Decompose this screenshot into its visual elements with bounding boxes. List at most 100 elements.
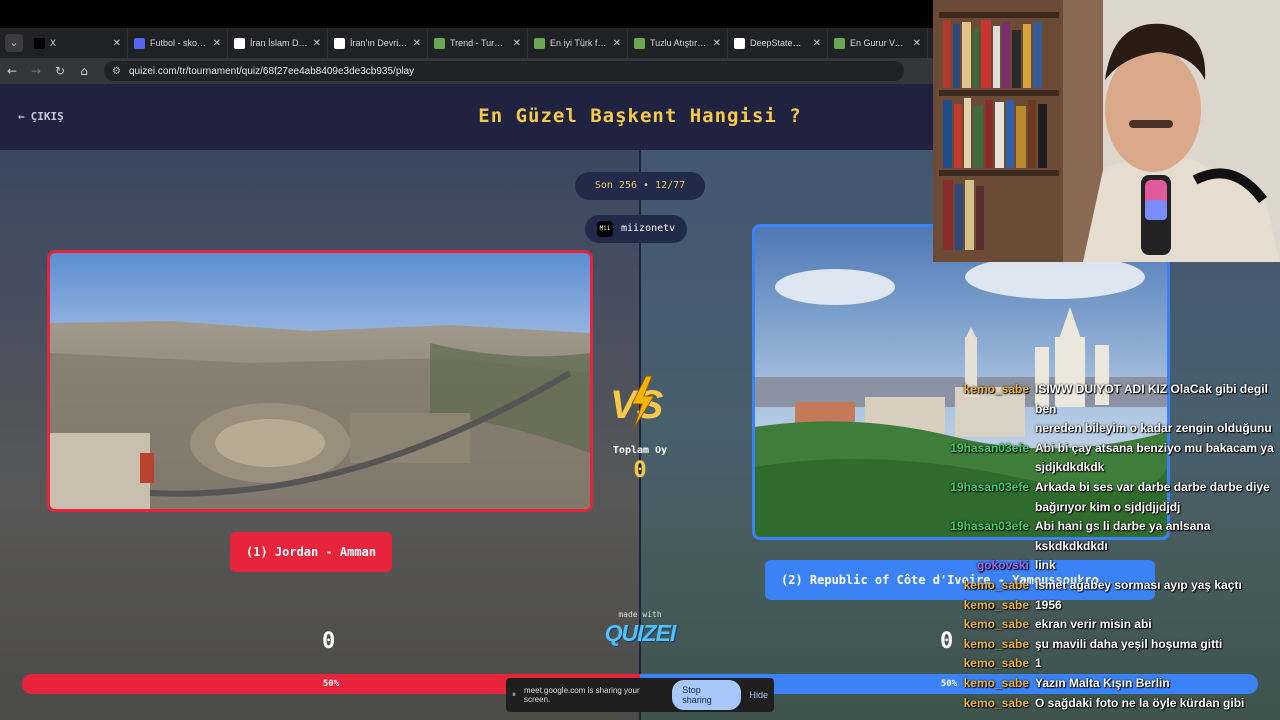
chat-username: 19hasan03efe <box>950 479 1029 494</box>
webcam-overlay <box>933 0 1280 262</box>
chat-username <box>940 537 1029 557</box>
chat-message: bağırıyor kim o sjdjdjjdjdj <box>940 498 1280 518</box>
chat-username: kemo_sabe <box>963 656 1029 671</box>
tab-favicon-icon <box>134 37 145 49</box>
tab-title: En Gurur Verici <box>850 38 908 48</box>
chat-text: Abi bi çay atsana benziyo mu bakacam ya <box>1035 440 1274 455</box>
chat-text: şu mavili daha yeşil hoşuma gitti <box>1035 636 1223 651</box>
tab-list: X ✕ Futbol - skorlar ✕ İran İslam Devr ✕ İran'… <box>28 28 928 58</box>
chat-text: İsmet ağabey sorması ayıp yaş kaçtı <box>1035 577 1242 592</box>
chat-username <box>940 419 1029 439</box>
chat-username <box>940 458 1029 478</box>
chat-text: bağırıyor kim o sjdjdjjdjdj <box>1035 499 1181 514</box>
chat-message: kemo_sabe şu mavili daha yeşil hoşuma git… <box>940 635 1280 655</box>
tab-title: Tuzlu Atıştırma <box>650 38 708 48</box>
tab-title: Futbol - skorlar <box>150 38 208 48</box>
share-message: meet.google.com is sharing your screen. <box>524 686 640 704</box>
chat-text: Yazın Malta Kışın Berlin <box>1035 675 1170 690</box>
stream-chat-overlay: kemo_sabe ISIWW DUIYOT ADI KIZ OlaCak gib… <box>940 380 1280 713</box>
pause-icon: ⏸ <box>512 690 516 699</box>
reload-icon[interactable]: ↻ <box>48 64 72 78</box>
chat-message: nereden bileyim o kadar zengin olduğunu <box>940 419 1280 439</box>
chat-text: Arkada bi ses var darbe darbe darbe diye <box>1035 479 1270 494</box>
creator-badge[interactable]: Mii miizonetv <box>585 215 688 243</box>
chat-text: kskdkdkdkdı <box>1035 538 1108 553</box>
close-icon[interactable]: ✕ <box>213 38 221 49</box>
site-info-icon[interactable]: ⚙ <box>112 66 121 77</box>
forward-arrow-icon[interactable]: → <box>24 64 48 78</box>
chat-username <box>940 498 1029 518</box>
chat-message: 19hasan03efe Abi bi çay atsana benziyo mu… <box>940 439 1280 459</box>
tab-favicon-icon <box>334 37 345 49</box>
chat-message: gokovski link <box>940 556 1280 576</box>
option-left-image[interactable] <box>47 250 593 512</box>
address-bar[interactable]: ⚙ quizei.com/tr/tournament/quiz/68f27ee4… <box>104 61 904 81</box>
screen-share-banner: ⏸ meet.google.com is sharing your screen… <box>506 678 774 712</box>
chat-text: Abi hani gs li darbe ya anlsana <box>1035 519 1211 534</box>
close-icon[interactable]: ✕ <box>113 38 121 49</box>
streamer-webcam-image <box>933 0 1280 262</box>
screen: ⌄ X ✕ Futbol - skorlar ✕ İran İslam Devr ✕ İra… <box>0 0 1280 720</box>
tab-favicon-icon <box>734 37 745 49</box>
chat-text: O sağdaki foto ne la öyle kürdan gibi <box>1035 695 1245 710</box>
tab-favicon-icon <box>534 37 545 49</box>
chat-text: nereden bileyim o kadar zengin olduğunu <box>1035 421 1272 436</box>
tab-title: DeepStateMAP <box>750 38 808 48</box>
close-icon[interactable]: ✕ <box>413 38 421 49</box>
chat-username: 19hasan03efe <box>950 519 1029 534</box>
option-left-button[interactable]: (1) Jordan - Amman <box>230 532 393 572</box>
chat-text: ISIWW DUIYOT ADI KIZ OlaCak gibi degil b… <box>1035 382 1268 416</box>
tab-favicon-icon <box>634 37 645 49</box>
vs-lightning-icon: VS <box>610 375 664 429</box>
tab-search-button[interactable]: ⌄ <box>0 28 28 58</box>
chat-message: kemo_sabe ekran verir misin abi <box>940 615 1280 635</box>
browser-tab[interactable]: En Gurur Verici ✕ <box>828 28 928 58</box>
chat-username: kemo_sabe <box>963 617 1029 632</box>
close-icon[interactable]: ✕ <box>313 38 321 49</box>
chat-message: kemo_sabe O sağdaki foto ne la öyle kürda… <box>940 694 1280 714</box>
close-icon[interactable]: ✕ <box>813 38 821 49</box>
avatar: Mii <box>597 221 613 237</box>
chat-message: kskdkdkdkdı <box>940 537 1280 557</box>
quizei-logo: QUIZEI <box>604 620 677 646</box>
chat-message: kemo_sabe 1 <box>940 654 1280 674</box>
chat-text: 1956 <box>1035 597 1062 612</box>
round-info-badge: Son 256 • 12/77 <box>575 172 705 200</box>
home-icon[interactable]: ⌂ <box>72 64 96 78</box>
creator-username: miizonetv <box>621 223 676 234</box>
hide-button[interactable]: Hide <box>749 690 768 700</box>
browser-tab[interactable]: Tuzlu Atıştırma ✕ <box>628 28 728 58</box>
chat-message: kemo_sabe ISIWW DUIYOT ADI KIZ OlaCak gib… <box>940 380 1280 419</box>
tab-title: İran'ın Devrimi <box>350 38 408 48</box>
close-icon[interactable]: ✕ <box>713 38 721 49</box>
chat-username: kemo_sabe <box>963 382 1029 396</box>
chat-text: 1 <box>1035 656 1042 671</box>
chat-message: kemo_sabe 1956 <box>940 596 1280 616</box>
browser-tab[interactable]: X ✕ <box>28 28 128 58</box>
made-with-label: made with <box>618 610 662 619</box>
total-votes-value: 0 <box>633 458 647 483</box>
close-icon[interactable]: ✕ <box>913 38 921 49</box>
tab-title: İran İslam Devr <box>250 38 308 48</box>
chat-username: 19hasan03efe <box>950 440 1029 455</box>
browser-tab[interactable]: DeepStateMAP ✕ <box>728 28 828 58</box>
chat-username: kemo_sabe <box>963 695 1029 710</box>
browser-tab[interactable]: En iyi Türk filmi ✕ <box>528 28 628 58</box>
total-votes-label: Toplam Oy <box>612 445 668 456</box>
chat-text: sjdjkdkdkdk <box>1035 460 1105 475</box>
left-score: 0 <box>322 629 336 654</box>
browser-tab[interactable]: Futbol - skorlar ✕ <box>128 28 228 58</box>
browser-tab[interactable]: İran İslam Devr ✕ <box>228 28 328 58</box>
chat-username: kemo_sabe <box>963 675 1029 690</box>
tab-favicon-icon <box>834 37 845 49</box>
chat-username: kemo_sabe <box>963 597 1029 612</box>
browser-tab[interactable]: Trend - Turnuv ✕ <box>428 28 528 58</box>
stop-sharing-button[interactable]: Stop sharing <box>672 680 742 710</box>
back-arrow-icon[interactable]: ← <box>0 64 24 78</box>
browser-tab[interactable]: İran'ın Devrimi ✕ <box>328 28 428 58</box>
url-text: quizei.com/tr/tournament/quiz/68f27ee4ab… <box>128 65 415 77</box>
close-icon[interactable]: ✕ <box>513 38 521 49</box>
chat-message: 19hasan03efe Abi hani gs li darbe ya anls… <box>940 517 1280 537</box>
chat-message: sjdjkdkdkdk <box>940 458 1280 478</box>
close-icon[interactable]: ✕ <box>613 38 621 49</box>
